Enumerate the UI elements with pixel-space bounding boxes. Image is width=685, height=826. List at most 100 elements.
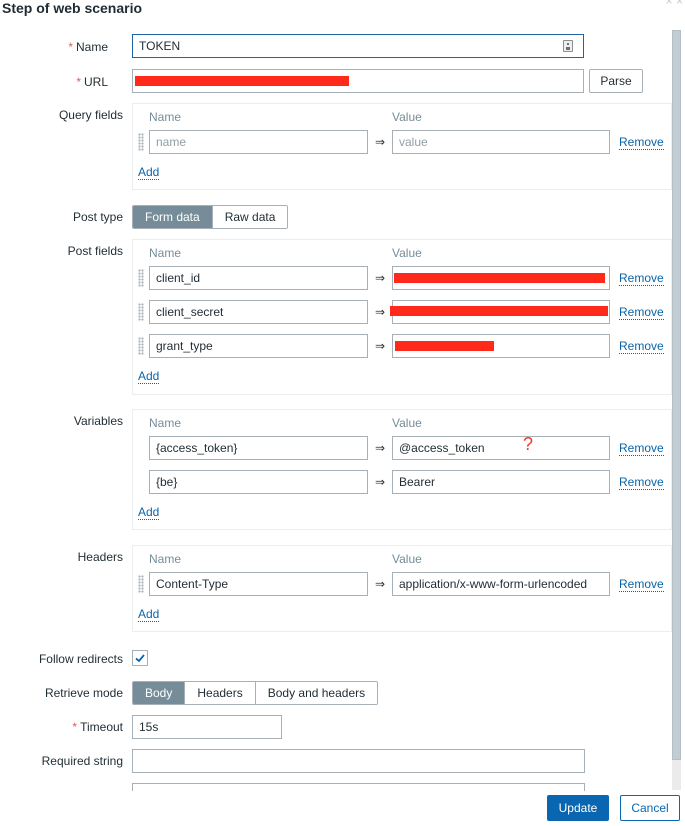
post-fields-label: Post fields xyxy=(67,244,123,258)
drag-handle-icon[interactable] xyxy=(138,575,144,593)
variables-table: Name Value {access_token} ⇒ @access_toke… xyxy=(132,409,672,530)
hdr-name-input[interactable]: Content-Type xyxy=(149,572,368,596)
retrieve-mode-toggle: Body Headers Body and headers xyxy=(132,681,379,705)
query-col-value: Value xyxy=(392,110,422,124)
post-type-toggle: Form data Raw data xyxy=(132,205,289,229)
post-name-input[interactable]: grant_type xyxy=(149,334,368,358)
timeout-label-text: Timeout xyxy=(80,720,123,734)
post-name-input[interactable]: client_secret xyxy=(149,300,368,324)
retrieve-mode-headers[interactable]: Headers xyxy=(184,682,255,704)
post-fields-table: Name Value client_id ⇒ Remove client_sec… xyxy=(132,239,672,395)
required-marker: * xyxy=(72,720,78,734)
post-add-link[interactable]: Add xyxy=(138,369,160,384)
arrow-icon: ⇒ xyxy=(375,271,386,285)
headers-table: Name Value Content-Type ⇒ application/x-… xyxy=(132,545,672,632)
headers-label: Headers xyxy=(77,550,123,564)
follow-redirects-checkbox[interactable] xyxy=(132,650,148,666)
var-name-value: {be} xyxy=(156,475,178,489)
arrow-icon: ⇒ xyxy=(375,441,386,455)
name-input[interactable]: TOKEN xyxy=(132,34,584,58)
arrow-icon: ⇒ xyxy=(375,339,386,353)
query-fields-label: Query fields xyxy=(58,108,123,122)
var-remove-link[interactable]: Remove xyxy=(619,475,664,490)
hdr-remove-link[interactable]: Remove xyxy=(619,577,664,592)
post-value-redaction xyxy=(395,341,494,351)
var-name-input[interactable]: {be} xyxy=(149,470,368,494)
arrow-icon: ⇒ xyxy=(375,305,386,319)
var-col-value: Value xyxy=(392,416,422,430)
post-remove-link[interactable]: Remove xyxy=(619,271,664,286)
url-label: * URL xyxy=(76,75,108,89)
var-name-input[interactable]: {access_token} xyxy=(149,436,368,460)
post-value-redaction xyxy=(390,306,608,316)
post-col-value: Value xyxy=(392,246,422,260)
retrieve-mode-body-and-headers[interactable]: Body and headers xyxy=(254,682,378,704)
var-col-name: Name xyxy=(149,416,182,430)
query-value-input[interactable]: value xyxy=(392,130,610,154)
question-mark-annotation-icon: ? xyxy=(523,434,534,454)
drag-handle-icon[interactable] xyxy=(138,269,144,287)
dialog-title: Step of web scenario xyxy=(2,0,143,16)
post-type-raw-data[interactable]: Raw data xyxy=(211,206,288,228)
arrow-icon: ⇒ xyxy=(375,135,386,149)
query-add-link[interactable]: Add xyxy=(138,165,160,180)
required-marker: * xyxy=(68,40,73,54)
required-string-label: Required string xyxy=(41,754,123,768)
hdr-col-name: Name xyxy=(149,552,182,566)
post-value-redaction xyxy=(394,273,605,283)
post-name-value: client_id xyxy=(156,271,201,285)
name-label: * Name xyxy=(68,40,108,54)
update-button[interactable]: Update xyxy=(547,795,609,821)
drag-handle-icon[interactable] xyxy=(138,133,144,151)
var-value-input[interactable]: @access_token xyxy=(392,436,610,460)
timeout-value: 15s xyxy=(139,720,159,734)
query-col-name: Name xyxy=(149,110,182,124)
hdr-add-link[interactable]: Add xyxy=(138,607,160,622)
retrieve-mode-label: Retrieve mode xyxy=(44,686,123,700)
retrieve-mode-body[interactable]: Body xyxy=(133,682,185,704)
name-row: * Name TOKEN xyxy=(0,34,670,60)
post-name-value: grant_type xyxy=(156,339,213,353)
scrollbar-thumb[interactable] xyxy=(672,30,681,760)
contact-card-icon[interactable] xyxy=(563,40,573,52)
checkmark-icon xyxy=(135,654,145,663)
var-name-value: {access_token} xyxy=(156,441,238,455)
var-value: Bearer xyxy=(399,475,436,489)
close-icon[interactable]: × × xyxy=(666,0,683,8)
query-value-placeholder: value xyxy=(399,135,428,149)
variables-label: Variables xyxy=(73,414,123,428)
post-remove-link[interactable]: Remove xyxy=(619,339,664,354)
query-name-input[interactable]: name xyxy=(149,130,368,154)
var-value-input[interactable]: Bearer xyxy=(392,470,610,494)
post-type-label: Post type xyxy=(72,210,123,224)
hdr-value: application/x-www-form-urlencoded xyxy=(399,577,588,591)
hdr-value-input[interactable]: application/x-www-form-urlencoded xyxy=(392,572,610,596)
query-remove-link[interactable]: Remove xyxy=(619,135,664,150)
post-name-value: client_secret xyxy=(156,305,224,319)
query-name-placeholder: name xyxy=(156,135,187,149)
post-name-input[interactable]: client_id xyxy=(149,266,368,290)
cancel-button[interactable]: Cancel xyxy=(620,795,680,821)
url-row: * URL Parse xyxy=(0,69,670,95)
required-string-input[interactable] xyxy=(132,749,585,773)
post-remove-link[interactable]: Remove xyxy=(619,305,664,320)
var-remove-link[interactable]: Remove xyxy=(619,441,664,456)
drag-handle-icon[interactable] xyxy=(138,303,144,321)
timeout-input[interactable]: 15s xyxy=(132,715,282,739)
url-redaction xyxy=(135,76,349,86)
drag-handle-icon[interactable] xyxy=(138,337,144,355)
url-label-text: URL xyxy=(83,75,108,89)
timeout-label: * Timeout xyxy=(72,720,123,734)
arrow-icon: ⇒ xyxy=(375,475,386,489)
follow-redirects-label: Follow redirects xyxy=(38,652,123,666)
next-field-input[interactable] xyxy=(132,783,585,791)
var-add-link[interactable]: Add xyxy=(138,505,160,520)
parse-button[interactable]: Parse xyxy=(589,69,643,93)
hdr-col-value: Value xyxy=(392,552,422,566)
name-label-text: Name xyxy=(75,40,108,54)
hdr-name-value: Content-Type xyxy=(156,577,229,591)
post-type-form-data[interactable]: Form data xyxy=(133,206,212,228)
var-value: @access_token xyxy=(399,441,485,455)
arrow-icon: ⇒ xyxy=(375,577,386,591)
required-marker: * xyxy=(76,75,81,89)
